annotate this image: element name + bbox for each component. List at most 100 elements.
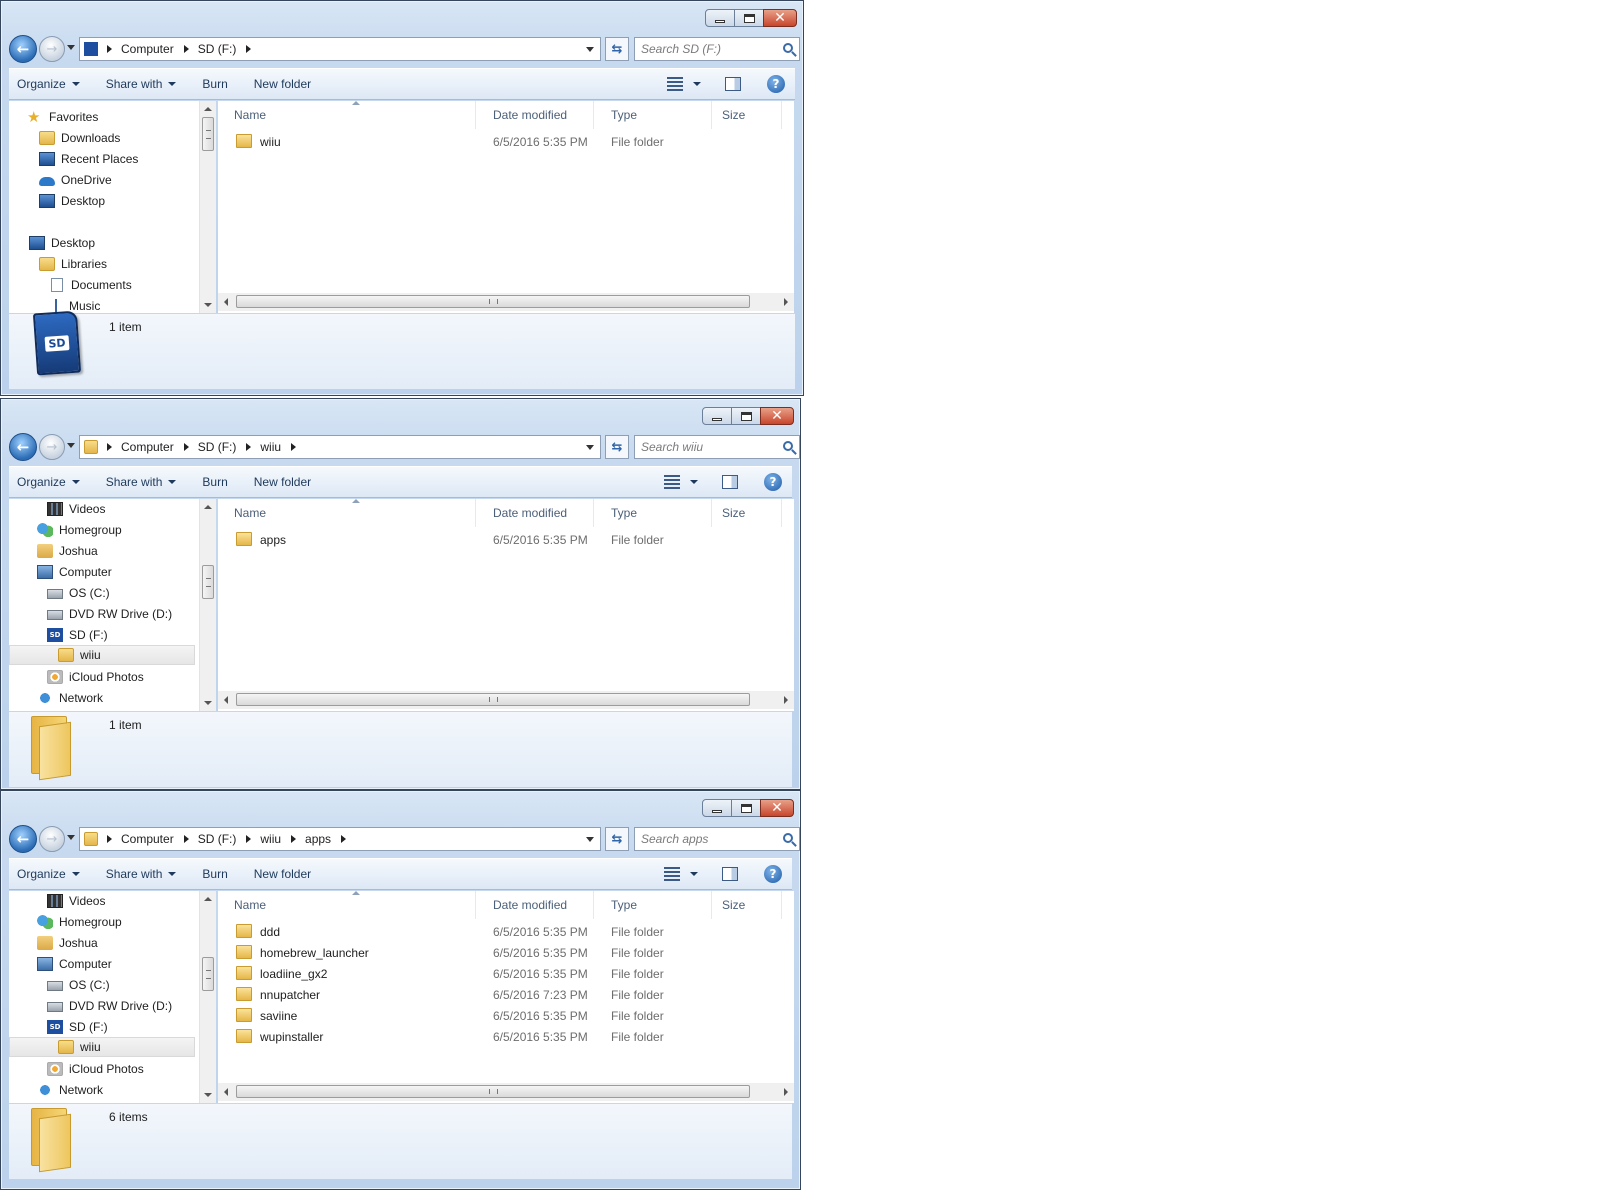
breadcrumb-item[interactable]: Computer (121, 832, 174, 846)
scroll-left-icon[interactable] (224, 696, 228, 704)
file-row[interactable]: wupinstaller 6/5/2016 5:35 PM File folde… (218, 1026, 778, 1047)
column-header-date-modified[interactable]: Date modified (476, 891, 594, 919)
breadcrumb-item[interactable]: wiiu (260, 440, 281, 454)
scroll-up-icon[interactable] (204, 897, 212, 901)
navigation-pane-scrollbar[interactable] (199, 891, 216, 1103)
minimize-button[interactable] (702, 407, 732, 425)
new-folder-button[interactable]: New folder (254, 475, 311, 489)
scroll-down-icon[interactable] (204, 303, 212, 307)
forward-button[interactable]: → (39, 36, 65, 62)
breadcrumb-separator-icon[interactable] (183, 443, 189, 451)
column-header-name[interactable]: Name (218, 101, 476, 129)
nav-item-videos[interactable]: Videos (47, 891, 105, 911)
organize-button[interactable]: Organize (17, 475, 80, 489)
nav-item-dvd-drive[interactable]: DVD RW Drive (D:) (47, 996, 172, 1016)
search-input[interactable] (641, 437, 781, 457)
change-view-icon[interactable] (667, 77, 683, 91)
breadcrumb-separator-icon[interactable] (107, 835, 112, 843)
refresh-button[interactable]: ⇆ (605, 435, 629, 459)
nav-item-wiiu[interactable]: wiiu (9, 1037, 195, 1057)
nav-item-icloud-photos[interactable]: iCloud Photos (47, 1059, 144, 1079)
nav-item-dvd-drive[interactable]: DVD RW Drive (D:) (47, 604, 172, 624)
share-with-button[interactable]: Share with (106, 475, 177, 489)
nav-item-music[interactable]: Music (49, 296, 100, 313)
breadcrumb-separator-icon[interactable] (246, 443, 252, 451)
scroll-right-icon[interactable] (784, 1088, 788, 1096)
scroll-left-icon[interactable] (224, 1088, 228, 1096)
nav-item-os-c[interactable]: OS (C:) (47, 975, 110, 995)
navigation-pane-scrollbar[interactable] (199, 499, 216, 711)
recent-pages-dropdown[interactable] (67, 835, 75, 840)
close-button[interactable]: ✕ (760, 407, 794, 425)
nav-item-desktop-favorite[interactable]: Desktop (39, 191, 105, 211)
change-view-icon[interactable] (664, 475, 680, 489)
search-input[interactable] (641, 829, 781, 849)
nav-item-wiiu[interactable]: wiiu (9, 645, 195, 665)
address-bar[interactable]: Computer SD (F:) wiiu (79, 435, 601, 459)
refresh-button[interactable]: ⇆ (605, 37, 629, 61)
forward-button[interactable]: → (39, 826, 65, 852)
nav-item-documents[interactable]: Documents (49, 275, 132, 295)
scrollbar-thumb[interactable] (202, 565, 214, 599)
burn-button[interactable]: Burn (202, 475, 227, 489)
nav-item-network[interactable]: Network (37, 1080, 103, 1100)
nav-item-recent-places[interactable]: Recent Places (39, 149, 138, 169)
nav-item-videos[interactable]: Videos (47, 499, 105, 519)
breadcrumb-separator-icon[interactable] (291, 835, 297, 843)
maximize-button[interactable] (731, 799, 761, 817)
close-button[interactable]: ✕ (763, 9, 797, 27)
column-header-date-modified[interactable]: Date modified (476, 101, 594, 129)
file-list-horizontal-scrollbar[interactable] (218, 1083, 794, 1101)
forward-button[interactable]: → (39, 434, 65, 460)
back-button[interactable]: ← (9, 433, 37, 461)
scrollbar-thumb[interactable] (202, 957, 214, 991)
address-bar[interactable]: Computer SD (F:) wiiu apps (79, 827, 601, 851)
nav-item-homegroup[interactable]: Homegroup (37, 520, 122, 540)
breadcrumb-separator-icon[interactable] (246, 835, 252, 843)
scrollbar-thumb[interactable] (236, 693, 750, 706)
nav-item-joshua[interactable]: Joshua (37, 541, 98, 561)
preview-pane-icon[interactable] (722, 475, 738, 489)
breadcrumb-item[interactable]: SD (F:) (198, 832, 237, 846)
file-row[interactable]: apps 6/5/2016 5:35 PM File folder (218, 529, 778, 550)
view-options-dropdown[interactable] (690, 872, 698, 876)
share-with-button[interactable]: Share with (106, 77, 177, 91)
minimize-button[interactable] (705, 9, 735, 27)
organize-button[interactable]: Organize (17, 77, 80, 91)
file-list-horizontal-scrollbar[interactable] (218, 691, 794, 709)
nav-item-desktop[interactable]: Desktop (29, 233, 95, 253)
column-header-type[interactable]: Type (594, 891, 712, 919)
new-folder-button[interactable]: New folder (254, 77, 311, 91)
organize-button[interactable]: Organize (17, 867, 80, 881)
scrollbar-thumb[interactable] (202, 117, 214, 151)
breadcrumb-item[interactable]: Computer (121, 42, 174, 56)
nav-item-network[interactable]: Network (37, 688, 103, 708)
search-input[interactable] (641, 39, 781, 59)
file-row[interactable]: wiiu 6/5/2016 5:35 PM File folder (218, 131, 778, 152)
view-options-dropdown[interactable] (693, 82, 701, 86)
minimize-button[interactable] (702, 799, 732, 817)
preview-pane-icon[interactable] (722, 867, 738, 881)
address-bar[interactable]: Computer SD (F:) (79, 37, 601, 61)
help-icon[interactable]: ? (764, 865, 782, 883)
file-row[interactable]: homebrew_launcher 6/5/2016 5:35 PM File … (218, 942, 778, 963)
file-row[interactable]: ddd 6/5/2016 5:35 PM File folder (218, 921, 778, 942)
scroll-up-icon[interactable] (204, 505, 212, 509)
maximize-button[interactable] (734, 9, 764, 27)
refresh-button[interactable]: ⇆ (605, 827, 629, 851)
back-button[interactable]: ← (9, 825, 37, 853)
scroll-down-icon[interactable] (204, 1093, 212, 1097)
breadcrumb-separator-icon[interactable] (183, 45, 189, 53)
scroll-right-icon[interactable] (784, 298, 788, 306)
breadcrumb-item[interactable]: Computer (121, 440, 174, 454)
column-header-date-modified[interactable]: Date modified (476, 499, 594, 527)
breadcrumb-separator-icon[interactable] (341, 835, 347, 843)
close-button[interactable]: ✕ (760, 799, 794, 817)
breadcrumb-separator-icon[interactable] (183, 835, 189, 843)
breadcrumb-separator-icon[interactable] (107, 443, 112, 451)
breadcrumb-separator-icon[interactable] (246, 45, 252, 53)
nav-item-sd-f[interactable]: SD SD (F:) (47, 1017, 108, 1037)
search-box[interactable] (634, 435, 800, 459)
search-box[interactable] (634, 37, 800, 61)
nav-item-onedrive[interactable]: OneDrive (39, 170, 112, 190)
